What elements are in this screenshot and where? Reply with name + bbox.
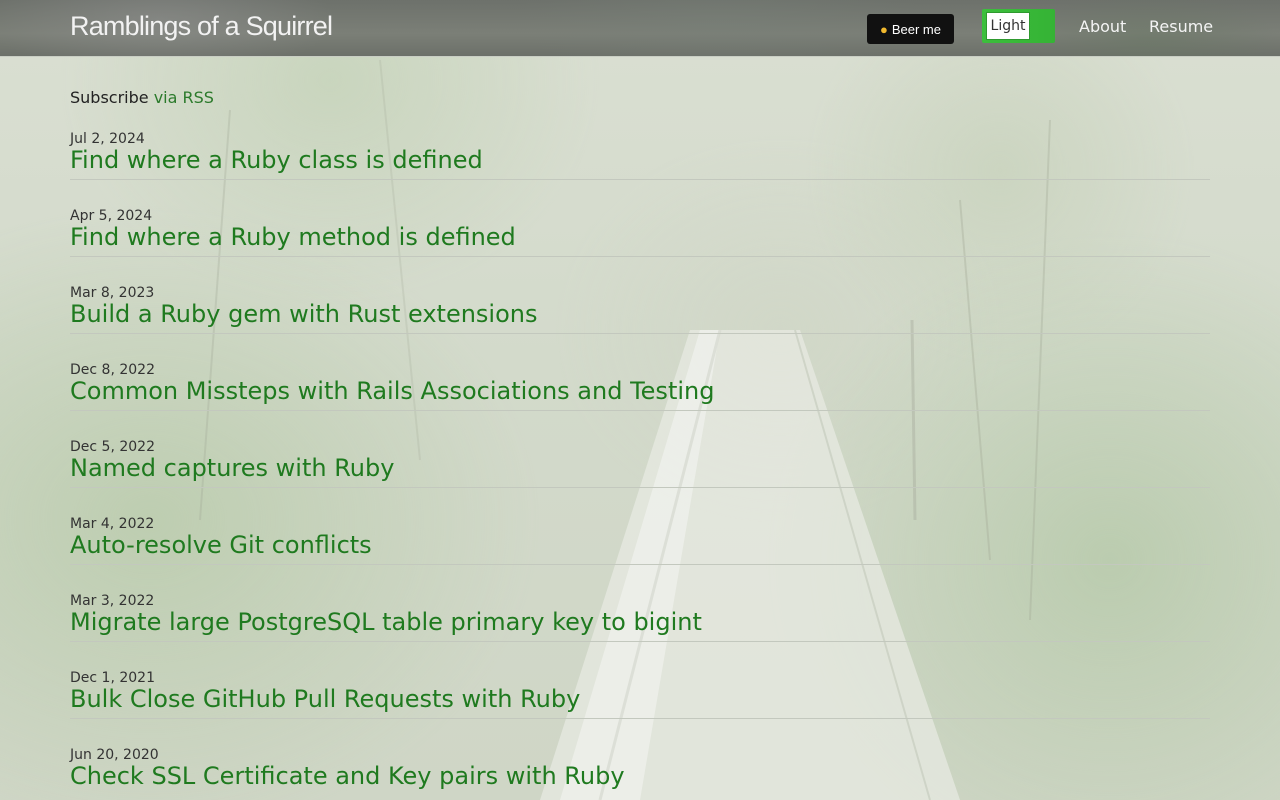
theme-toggle-label: Light: [986, 12, 1030, 40]
post-divider: [70, 487, 1210, 488]
post-item: Dec 1, 2021 Bulk Close GitHub Pull Reque…: [70, 670, 1210, 747]
post-divider: [70, 256, 1210, 257]
post-date: Jun 20, 2020: [70, 747, 159, 763]
post-title-link[interactable]: Bulk Close GitHub Pull Requests with Rub…: [70, 685, 580, 713]
post-date: Dec 5, 2022: [70, 439, 155, 455]
post-divider: [70, 179, 1210, 180]
subscribe-text: Subscribe: [70, 88, 149, 107]
post-date: Mar 8, 2023: [70, 285, 155, 301]
nav-resume-link[interactable]: Resume: [1149, 17, 1213, 36]
beer-me-label: Beer me: [891, 21, 941, 37]
theme-toggle[interactable]: Light: [982, 9, 1055, 43]
post-item: Jun 20, 2020 Check SSL Certificate and K…: [70, 747, 1210, 800]
post-date: Dec 1, 2021: [70, 670, 155, 686]
post-title-link[interactable]: Find where a Ruby class is defined: [70, 146, 483, 174]
post-title-link[interactable]: Named captures with Ruby: [70, 454, 394, 482]
post-item: Dec 8, 2022 Common Missteps with Rails A…: [70, 362, 1210, 439]
post-title-link[interactable]: Common Missteps with Rails Associations …: [70, 377, 714, 405]
post-title-link[interactable]: Auto-resolve Git conflicts: [70, 531, 372, 559]
rss-link[interactable]: via RSS: [154, 88, 214, 107]
post-title-link[interactable]: Check SSL Certificate and Key pairs with…: [70, 762, 625, 790]
post-divider: [70, 564, 1210, 565]
post-divider: [70, 333, 1210, 334]
beer-me-button[interactable]: ● Beer me: [867, 14, 954, 44]
beer-mug-icon: ●: [880, 21, 888, 37]
subscribe-line: Subscribe via RSS: [70, 88, 214, 107]
post-item: Mar 8, 2023 Build a Ruby gem with Rust e…: [70, 285, 1210, 362]
post-title-link[interactable]: Migrate large PostgreSQL table primary k…: [70, 608, 702, 636]
post-title-link[interactable]: Build a Ruby gem with Rust extensions: [70, 300, 538, 328]
nav-about-link[interactable]: About: [1079, 17, 1126, 36]
post-divider: [70, 641, 1210, 642]
site-header: Ramblings of a Squirrel ● Beer me Light …: [0, 0, 1280, 57]
post-date: Mar 3, 2022: [70, 593, 155, 609]
post-date: Jul 2, 2024: [70, 131, 145, 147]
post-item: Mar 4, 2022 Auto-resolve Git conflicts: [70, 516, 1210, 593]
post-date: Mar 4, 2022: [70, 516, 155, 532]
post-item: Dec 5, 2022 Named captures with Ruby: [70, 439, 1210, 516]
post-date: Dec 8, 2022: [70, 362, 155, 378]
post-title-link[interactable]: Find where a Ruby method is defined: [70, 223, 516, 251]
post-item: Jul 2, 2024 Find where a Ruby class is d…: [70, 131, 1210, 208]
post-divider: [70, 410, 1210, 411]
site-title-link[interactable]: Ramblings of a Squirrel: [70, 11, 333, 42]
post-date: Apr 5, 2024: [70, 208, 153, 224]
post-item: Apr 5, 2024 Find where a Ruby method is …: [70, 208, 1210, 285]
post-item: Mar 3, 2022 Migrate large PostgreSQL tab…: [70, 593, 1210, 670]
post-divider: [70, 718, 1210, 719]
